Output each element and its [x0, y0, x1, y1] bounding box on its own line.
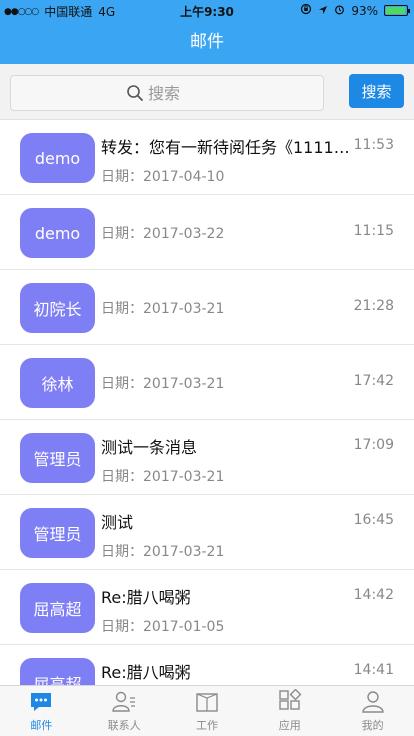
- person-icon: [361, 691, 384, 713]
- tab-bar: 邮件 联系人 工作 应用 我的: [0, 685, 414, 736]
- mail-time: 21:28: [353, 298, 394, 314]
- tab-label: 工作: [195, 719, 218, 732]
- tab-label: 邮件: [30, 719, 53, 732]
- tab-apps[interactable]: 应用: [248, 686, 331, 736]
- avatar: 初院长: [20, 283, 95, 333]
- tab-contacts[interactable]: 联系人: [83, 686, 166, 736]
- chat-bubble-icon: [31, 693, 52, 711]
- rotation-lock-icon: [300, 3, 312, 18]
- list-item[interactable]: 初院长 日期：2017-03-21 21:28: [0, 270, 414, 345]
- mail-date: 日期：2017-03-21: [101, 544, 225, 560]
- mail-time: 16:45: [353, 512, 394, 528]
- search-input[interactable]: [148, 83, 208, 103]
- contacts-icon: [112, 691, 136, 712]
- mail-date: 日期：2017-04-10: [101, 169, 225, 185]
- page-title: 邮件: [190, 32, 224, 52]
- mail-time: 11:53: [353, 137, 394, 153]
- search-button[interactable]: 搜索: [349, 74, 404, 108]
- mail-date: 日期：2017-03-22: [101, 226, 225, 242]
- avatar: 管理员: [20, 433, 95, 483]
- mail-time: 17:09: [353, 437, 394, 453]
- mail-time: 14:42: [353, 587, 394, 603]
- list-item[interactable]: 管理员 测试 日期：2017-03-21 16:45: [0, 495, 414, 570]
- mail-time: 14:41: [353, 662, 394, 678]
- mail-time: 17:42: [353, 373, 394, 389]
- list-item[interactable]: 徐林 日期：2017-03-21 17:42: [0, 345, 414, 420]
- battery-percent: 93%: [351, 3, 378, 18]
- mail-subject: Re:腊八喝粥: [101, 663, 191, 682]
- mail-date: 日期：2017-03-21: [101, 301, 225, 317]
- tab-label: 联系人: [107, 719, 141, 732]
- avatar: 屈高超: [20, 583, 95, 633]
- folder-icon: [196, 693, 218, 712]
- search-box[interactable]: [10, 75, 324, 111]
- tab-profile[interactable]: 我的: [331, 686, 414, 736]
- mail-subject: 测试一条消息: [101, 438, 198, 457]
- mail-date: 日期：2017-03-21: [101, 469, 225, 485]
- mail-subject: 转发：您有一新待阅任务《11111…: [101, 138, 353, 157]
- mail-list[interactable]: demo 转发：您有一新待阅任务《11111… 日期：2017-04-10 11…: [0, 120, 414, 685]
- apps-grid-icon: [279, 689, 302, 710]
- status-bar: ●●○○○ 中国联通 4G 上午9:30 93%: [0, 0, 414, 20]
- list-item[interactable]: 屈高超 Re:腊八喝粥 14:41: [0, 645, 414, 685]
- location-icon: [318, 4, 328, 18]
- avatar: 屈高超: [20, 658, 95, 685]
- mail-subject: 测试: [101, 513, 134, 532]
- tab-label: 我的: [361, 719, 384, 732]
- battery-fill: [386, 7, 405, 14]
- tab-label: 应用: [278, 719, 301, 732]
- nav-bar: 邮件: [0, 20, 414, 64]
- status-right: 93%: [300, 3, 410, 18]
- mail-date: 日期：2017-03-21: [101, 376, 225, 392]
- avatar: 徐林: [20, 358, 95, 408]
- avatar: 管理员: [20, 508, 95, 558]
- battery-icon: [384, 5, 410, 16]
- tab-mail[interactable]: 邮件: [0, 686, 83, 736]
- list-item[interactable]: 屈高超 Re:腊八喝粥 日期：2017-01-05 14:42: [0, 570, 414, 645]
- avatar: demo: [20, 208, 95, 258]
- mail-time: 11:15: [353, 223, 394, 239]
- list-item[interactable]: demo 转发：您有一新待阅任务《11111… 日期：2017-04-10 11…: [0, 120, 414, 195]
- search-icon: [126, 84, 144, 102]
- search-area: 搜索: [0, 64, 414, 120]
- mail-date: 日期：2017-01-05: [101, 619, 225, 635]
- alarm-icon: [334, 4, 345, 18]
- avatar: demo: [20, 133, 95, 183]
- mail-subject: Re:腊八喝粥: [101, 588, 191, 607]
- list-item[interactable]: demo 日期：2017-03-22 11:15: [0, 195, 414, 270]
- list-item[interactable]: 管理员 测试一条消息 日期：2017-03-21 17:09: [0, 420, 414, 495]
- tab-work[interactable]: 工作: [166, 686, 249, 736]
